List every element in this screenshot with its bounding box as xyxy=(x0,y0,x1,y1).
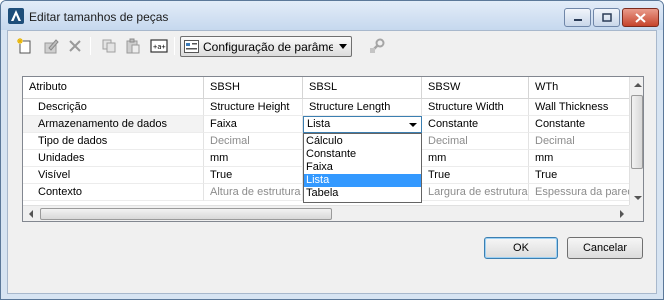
table-cell[interactable]: Decimal xyxy=(422,133,529,150)
maximize-button[interactable] xyxy=(593,8,620,27)
data-storage-combo-editor[interactable]: Lista xyxy=(303,116,422,133)
combo-editor-drop-button[interactable] xyxy=(405,117,421,132)
table-cell[interactable]: True xyxy=(529,167,629,184)
settings-tool-icon xyxy=(370,38,385,53)
table-cell[interactable]: Constante xyxy=(422,116,529,133)
table-cell[interactable]: Faixa xyxy=(204,116,303,133)
row-attribute-label: Descrição xyxy=(23,99,204,116)
column-header-sbsh[interactable]: SBSH xyxy=(204,77,303,99)
delete-button[interactable] xyxy=(64,36,86,56)
table-cell[interactable]: Structure Length xyxy=(303,99,422,116)
table-row[interactable]: Descrição Structure Height Structure Lengt… xyxy=(23,99,629,116)
configuration-label: Configuração de parâmetros xyxy=(203,40,333,54)
row-attribute-label: Tipo de dados xyxy=(23,133,204,150)
close-icon xyxy=(635,12,646,23)
table-cell[interactable]: mm xyxy=(529,150,629,167)
horizontal-scrollbar[interactable] xyxy=(23,205,629,221)
table-cell[interactable]: True xyxy=(422,167,529,184)
combo-editor-value: Lista xyxy=(307,118,331,130)
table-cell[interactable]: Wall Thickness xyxy=(529,99,629,116)
table-cell[interactable]: Largura de estrutura xyxy=(422,184,529,201)
table-cell[interactable]: Constante xyxy=(529,116,629,133)
row-attribute-label: Unidades xyxy=(23,150,204,167)
configuration-icon xyxy=(184,40,199,53)
cancel-button[interactable]: Cancelar xyxy=(567,237,643,259)
arrow-down-icon xyxy=(633,195,642,200)
scrollbar-corner xyxy=(629,205,643,221)
column-header-wth[interactable]: WTh xyxy=(529,77,629,99)
minimize-button[interactable] xyxy=(564,8,591,27)
table-cell[interactable]: Structure Height xyxy=(204,99,303,116)
grid-header: Atributo SBSH SBSL SBSW WTh xyxy=(23,77,629,99)
new-size-button[interactable] xyxy=(14,36,36,56)
toolbar: +a+ Configuração de parâmetros xyxy=(8,31,656,61)
scroll-right-button[interactable] xyxy=(614,206,629,221)
chevron-down-icon xyxy=(409,122,417,127)
arrow-up-icon xyxy=(633,82,642,87)
table-cell[interactable]: Structure Width xyxy=(422,99,529,116)
dropdown-option[interactable]: Lista xyxy=(304,174,421,187)
paste-button[interactable] xyxy=(122,36,144,56)
table-cell[interactable]: True xyxy=(204,167,303,184)
column-header-sbsl[interactable]: SBSL xyxy=(303,77,422,99)
insert-parameter-icon: +a+ xyxy=(150,39,168,53)
scroll-left-button[interactable] xyxy=(23,206,38,221)
dropdown-option[interactable]: Cálculo xyxy=(304,135,421,148)
arrow-left-icon xyxy=(28,210,33,218)
window-title: Editar tamanhos de peças xyxy=(29,10,169,24)
edit-icon xyxy=(44,39,59,54)
maximize-icon xyxy=(601,13,612,22)
insert-parameter-button[interactable]: +a+ xyxy=(148,36,170,56)
row-attribute-label: Armazenamento de dados xyxy=(23,116,204,133)
scroll-down-button[interactable] xyxy=(630,190,643,205)
ok-button[interactable]: OK xyxy=(484,237,558,259)
scroll-up-button[interactable] xyxy=(630,77,643,92)
parameter-configuration-dropdown[interactable]: Configuração de parâmetros xyxy=(180,36,352,57)
dropdown-option[interactable]: Constante xyxy=(304,148,421,161)
autocad-a-icon xyxy=(8,8,24,24)
table-cell[interactable]: Decimal xyxy=(529,133,629,150)
edit-button[interactable] xyxy=(40,36,62,56)
column-header-sbsw[interactable]: SBSW xyxy=(422,77,529,99)
svg-text:+a+: +a+ xyxy=(153,43,166,51)
toolbar-separator xyxy=(90,37,91,55)
vertical-scroll-thumb[interactable] xyxy=(631,95,643,169)
table-cell[interactable]: Espessura da parede xyxy=(529,184,629,201)
title-bar[interactable]: Editar tamanhos de peças xyxy=(1,1,663,30)
chevron-down-icon xyxy=(339,44,347,49)
row-attribute-label: Contexto xyxy=(23,184,204,201)
data-storage-options-list: Cálculo Constante Faixa Lista Tabela xyxy=(303,133,422,203)
dropdown-option[interactable]: Tabela xyxy=(304,187,421,200)
row-attribute-label: Visível xyxy=(23,167,204,184)
parameters-grid[interactable]: Atributo SBSH SBSL SBSW WTh Descrição Str… xyxy=(22,76,644,222)
paste-icon xyxy=(126,38,140,54)
table-cell[interactable]: mm xyxy=(204,150,303,167)
dialog-window: Editar tamanhos de peças +a+ Configuraçã… xyxy=(0,0,664,300)
close-button[interactable] xyxy=(622,8,659,27)
toolbar-separator xyxy=(174,37,175,55)
table-cell[interactable]: Decimal xyxy=(204,133,303,150)
settings-tool-button[interactable] xyxy=(366,36,388,56)
minimize-icon xyxy=(573,18,582,21)
table-cell[interactable]: mm xyxy=(422,150,529,167)
copy-icon xyxy=(102,39,116,53)
copy-button[interactable] xyxy=(98,36,120,56)
new-size-icon xyxy=(17,38,31,54)
delete-icon xyxy=(69,40,81,52)
horizontal-scroll-thumb[interactable] xyxy=(40,208,332,220)
vertical-scrollbar[interactable] xyxy=(629,77,643,205)
dropdown-option[interactable]: Faixa xyxy=(304,161,421,174)
column-header-attribute[interactable]: Atributo xyxy=(23,77,204,99)
table-cell[interactable]: Altura de estrutura xyxy=(204,184,303,201)
arrow-right-icon xyxy=(619,210,624,218)
dialog-client-area: +a+ Configuração de parâmetros xyxy=(7,30,657,294)
